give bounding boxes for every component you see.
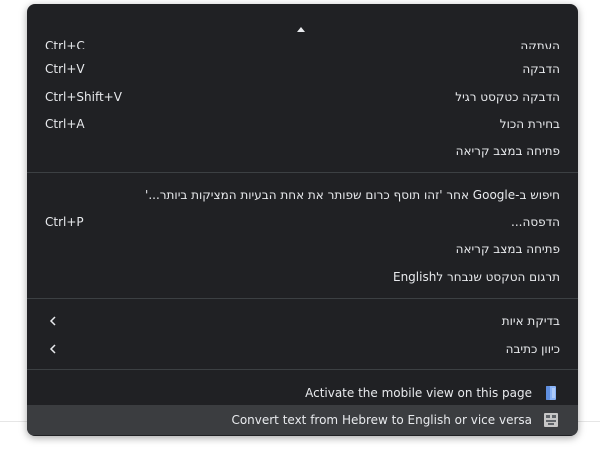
page: Ctrl+C העתקה Ctrl+V הדבקה Ctrl+Shift+V ה… [0, 0, 600, 468]
chevron-left-icon [49, 316, 56, 326]
menu-item-print[interactable]: Ctrl+P הדפסה... [27, 208, 578, 236]
menu-item-writing-direction[interactable]: כיוון כתיבה [27, 335, 578, 363]
menu-item-copy[interactable]: Ctrl+C העתקה [27, 37, 578, 49]
menu-item-label: תרגום הטקסט שנבחר לEnglish [392, 270, 560, 284]
menu-item-label: פתיחה במצב קריאה [455, 242, 560, 256]
keyboard-convert-icon [544, 413, 558, 427]
menu-item-shortcut: Ctrl+A [45, 117, 85, 131]
menu-item-spell-check[interactable]: בדיקת איות [27, 307, 578, 335]
menu-item-reading-mode-2[interactable]: פתיחה במצב קריאה [27, 235, 578, 263]
menu-item-label: הדבקה [522, 62, 560, 76]
menu-separator [27, 172, 578, 173]
menu-item-mobile-view-extension[interactable]: Activate the mobile view on this page [27, 378, 578, 408]
menu-item-select-all[interactable]: Ctrl+A בחירת הכול [27, 110, 578, 138]
menu-item-shortcut: Ctrl+P [45, 215, 84, 229]
menu-separator [27, 369, 578, 370]
menu-item-paste[interactable]: Ctrl+V הדבקה [27, 55, 578, 83]
menu-item-label: הדבקה כטקסט רגיל [455, 90, 560, 104]
menu-item-paste-plain[interactable]: Ctrl+Shift+V הדבקה כטקסט רגיל [27, 83, 578, 111]
menu-item-shortcut: Ctrl+Shift+V [45, 90, 122, 104]
caret-up-icon [297, 26, 305, 32]
menu-item-label: Convert text from Hebrew to English or v… [231, 413, 532, 427]
chevron-left-icon [49, 344, 56, 354]
menu-item-label: בחירת הכול [499, 117, 560, 131]
context-menu: Ctrl+C העתקה Ctrl+V הדבקה Ctrl+Shift+V ה… [27, 4, 578, 436]
menu-item-label: הדפסה... [511, 215, 560, 229]
menu-item-label: העתקה [520, 39, 560, 49]
menu-item-convert-text-extension[interactable]: Convert text from Hebrew to English or v… [27, 405, 578, 435]
menu-item-label: כיוון כתיבה [505, 342, 560, 356]
menu-separator [27, 298, 578, 299]
menu-item-reading-mode[interactable]: פתיחה במצב קריאה [27, 137, 578, 165]
menu-item-translate[interactable]: תרגום הטקסט שנבחר לEnglish [27, 263, 578, 291]
menu-item-google-search[interactable]: חיפוש ב-Google אחר 'זהו תוסף כרום שפותר … [27, 181, 578, 209]
scroll-up-arrow[interactable] [295, 24, 307, 34]
menu-item-label: בדיקת איות [501, 314, 560, 328]
menu-item-label: Activate the mobile view on this page [305, 386, 532, 400]
menu-item-shortcut: Ctrl+C [45, 39, 85, 49]
menu-item-shortcut: Ctrl+V [45, 62, 85, 76]
menu-item-label: חיפוש ב-Google אחר 'זהו תוסף כרום שפותר … [145, 188, 560, 202]
menu-item-label: פתיחה במצב קריאה [455, 144, 560, 158]
mobile-view-icon [546, 386, 556, 400]
